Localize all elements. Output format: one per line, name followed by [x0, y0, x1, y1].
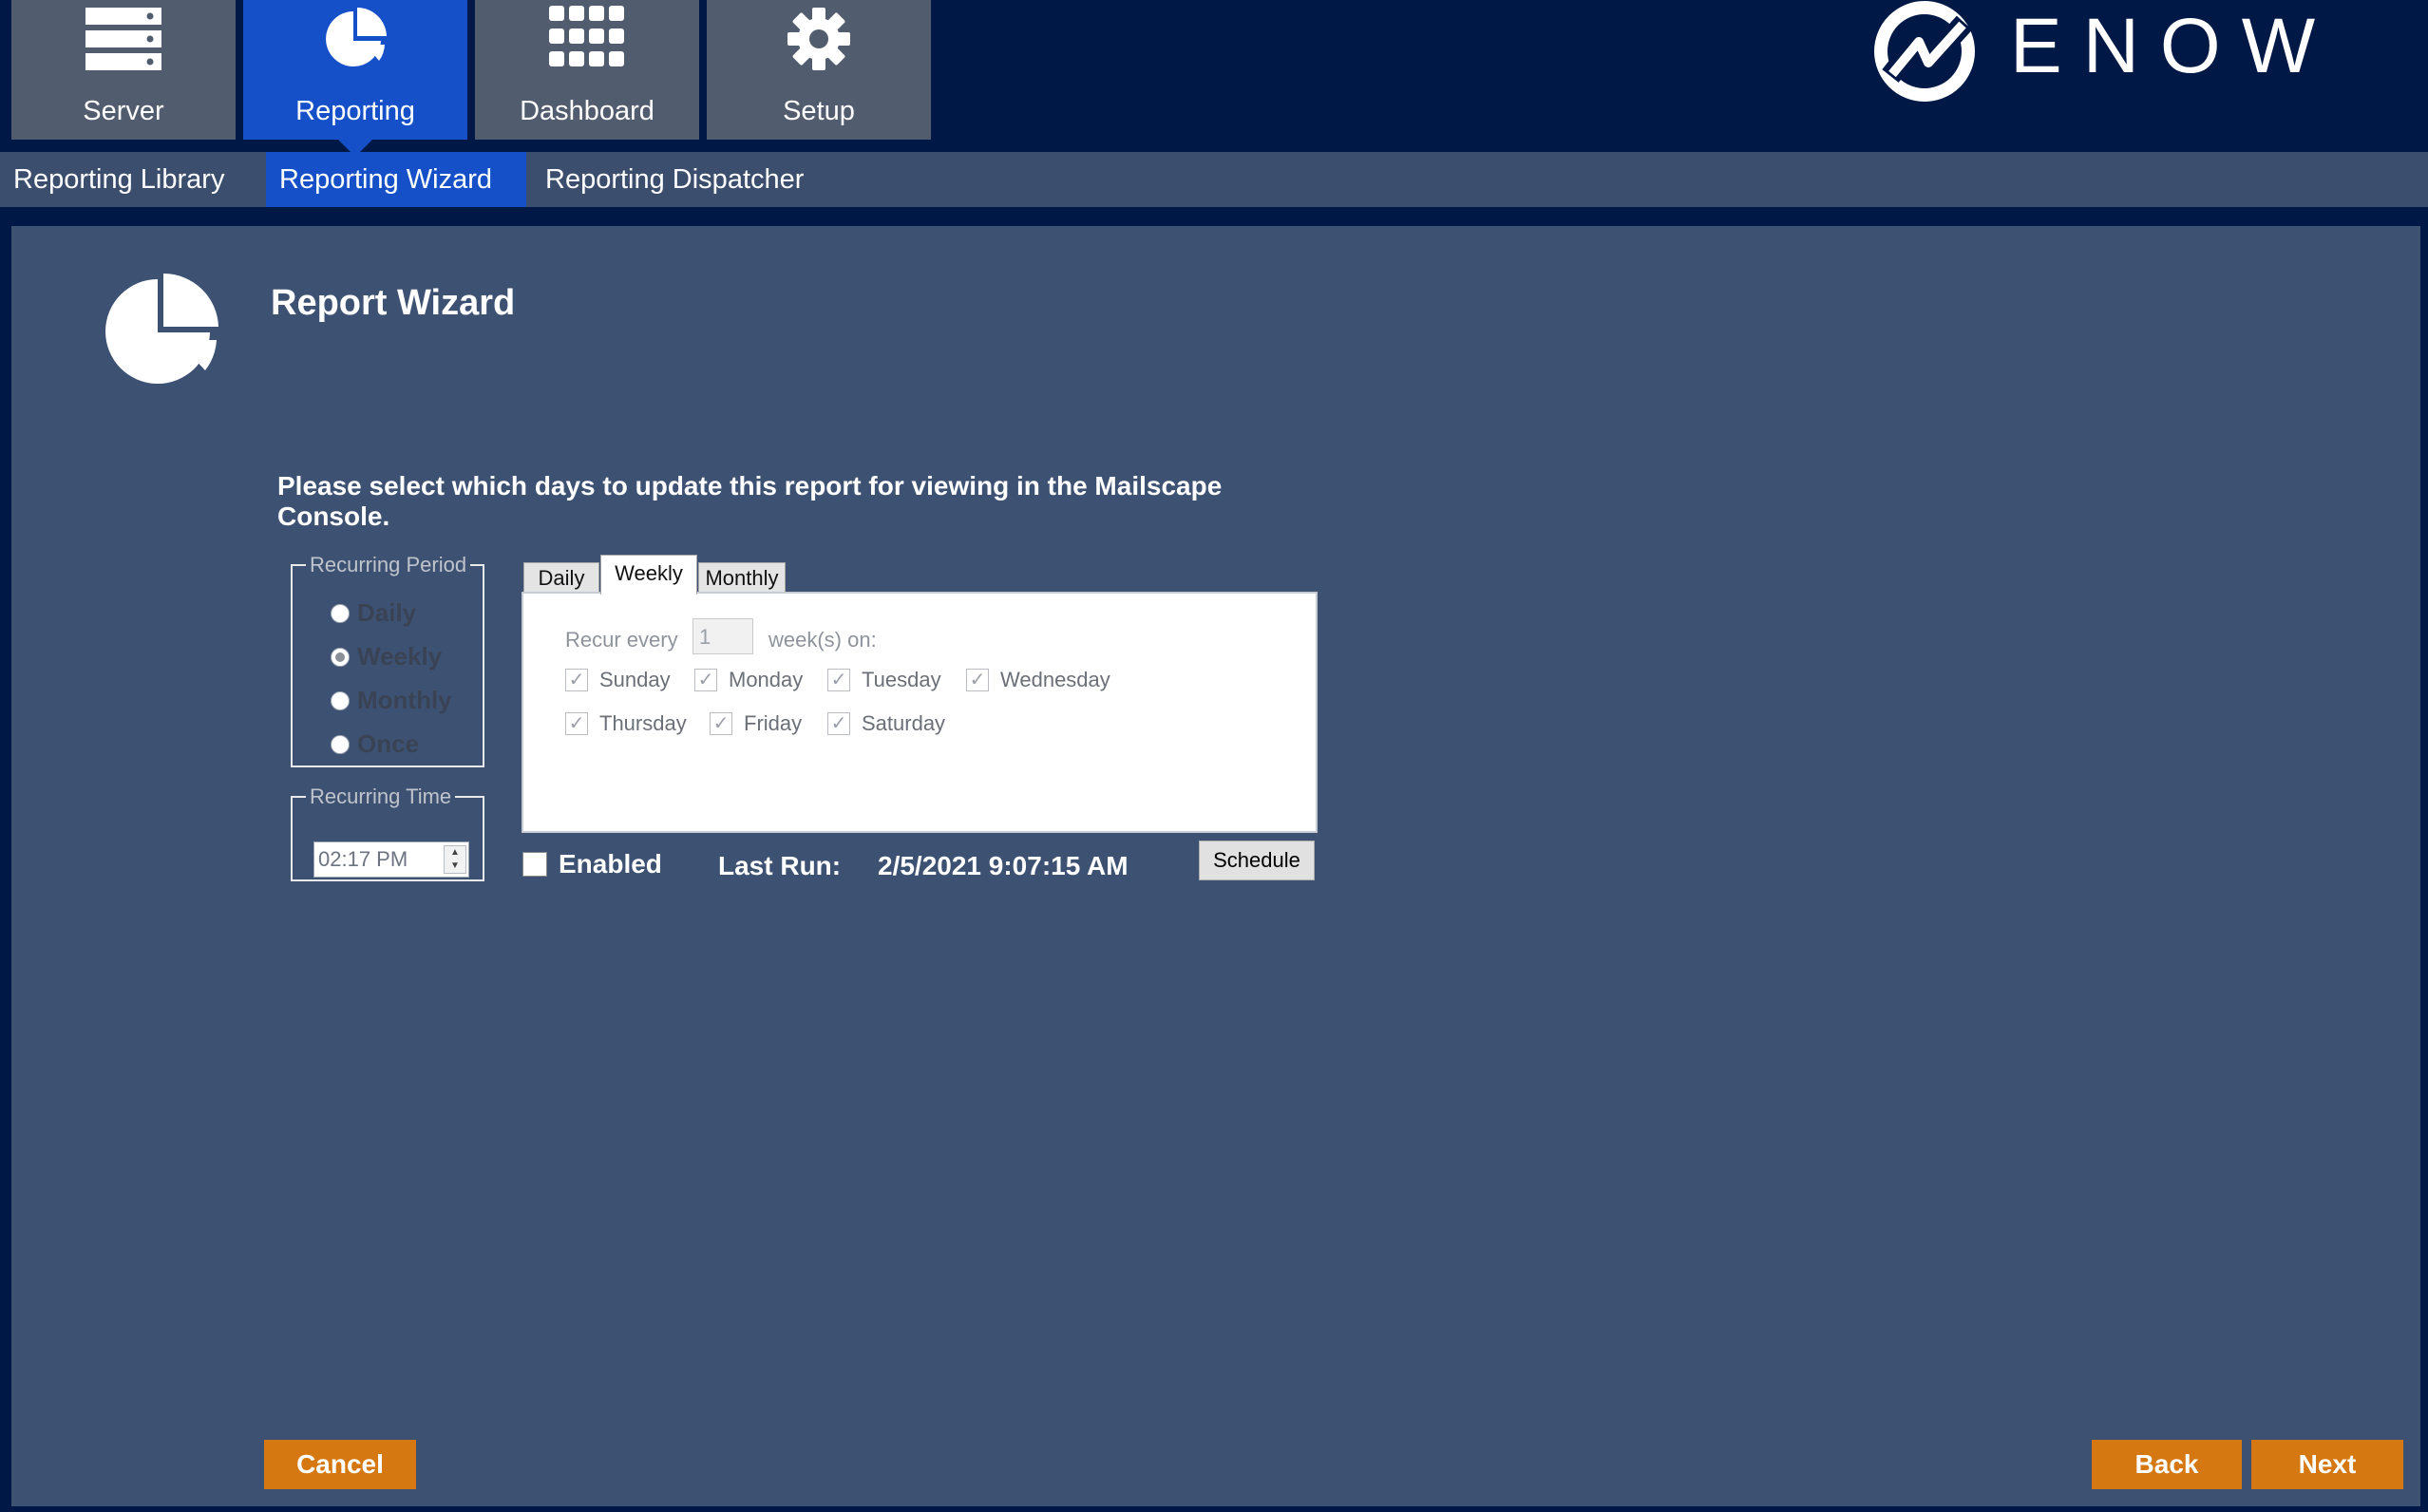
last-run-label: Last Run:: [718, 851, 842, 880]
schedule-tab-daily[interactable]: Daily: [523, 562, 599, 595]
day-checkbox-wednesday[interactable]: ✓ Wednesday: [966, 668, 1110, 692]
radio-button-selected[interactable]: [331, 647, 350, 667]
subtab-reporting-library[interactable]: Reporting Library: [0, 152, 256, 207]
recurring-time-group: Recurring Time 02:17 PM ▲ ▼: [291, 784, 484, 881]
radio-once[interactable]: Once: [331, 729, 419, 759]
next-button[interactable]: Next: [2251, 1440, 2403, 1489]
gear-icon: [707, 6, 931, 72]
day-checkbox-saturday[interactable]: ✓ Saturday: [827, 711, 945, 736]
schedule-tab-monthly[interactable]: Monthly: [698, 562, 786, 595]
cancel-button[interactable]: Cancel: [264, 1440, 416, 1489]
time-spinner[interactable]: ▲ ▼: [444, 845, 466, 874]
sub-navigation-bar: Reporting Library Reporting Wizard Repor…: [0, 152, 2428, 207]
nav-tab-label: Server: [83, 96, 164, 126]
radio-weekly[interactable]: Weekly: [331, 642, 442, 671]
page-title: Report Wizard: [271, 283, 516, 323]
enow-logo: ENOW: [1869, 0, 2354, 104]
day-checkbox-friday[interactable]: ✓ Friday: [710, 711, 802, 736]
instruction-text: Please select which days to update this …: [277, 471, 1223, 531]
day-label: Tuesday: [862, 668, 941, 691]
recur-every-input[interactable]: 1: [692, 618, 753, 654]
checkmark-icon[interactable]: ✓: [565, 669, 588, 691]
day-checkbox-sunday[interactable]: ✓ Sunday: [565, 668, 671, 692]
enow-mailscape-app: Server Reporting Dashboard Setup ENOW Re…: [0, 0, 2428, 1512]
radio-label: Weekly: [357, 642, 443, 671]
day-label: Sunday: [599, 668, 671, 691]
radio-label: Daily: [357, 598, 417, 627]
enabled-checkbox-box[interactable]: [522, 852, 547, 877]
radio-label: Once: [357, 729, 420, 758]
nav-tab-setup[interactable]: Setup: [707, 0, 931, 140]
schedule-tab-weekly[interactable]: Weekly: [600, 555, 697, 595]
enabled-checkbox[interactable]: Enabled: [522, 849, 662, 879]
checkmark-icon[interactable]: ✓: [565, 712, 588, 735]
server-icon: [11, 6, 236, 72]
day-label: Thursday: [599, 711, 687, 735]
day-label: Friday: [744, 711, 803, 735]
day-label: Wednesday: [1000, 668, 1110, 691]
nav-tab-label: Dashboard: [520, 96, 654, 126]
nav-tab-label: Reporting: [295, 96, 415, 126]
logo-wordmark: ENOW: [2010, 3, 2336, 89]
last-run-value: 2/5/2021 9:07:15 AM: [878, 851, 1129, 880]
grid-icon: [475, 6, 699, 72]
day-label: Monday: [729, 668, 804, 691]
radio-daily[interactable]: Daily: [331, 598, 416, 628]
top-navigation-bar: Server Reporting Dashboard Setup ENOW: [0, 0, 2428, 157]
checkmark-icon[interactable]: ✓: [966, 669, 989, 691]
subtab-reporting-dispatcher[interactable]: Reporting Dispatcher: [532, 152, 845, 207]
day-checkbox-monday[interactable]: ✓ Monday: [694, 668, 803, 692]
weeks-on-label: week(s) on:: [768, 628, 877, 652]
recurring-period-group: Recurring Period Daily Weekly Monthly On…: [291, 553, 484, 767]
checkmark-icon[interactable]: ✓: [827, 669, 850, 691]
day-checkbox-tuesday[interactable]: ✓ Tuesday: [827, 668, 941, 692]
recur-every-label: Recur every: [565, 628, 678, 652]
wizard-content-panel: Report Wizard Please select which days t…: [11, 226, 2420, 1506]
checkmark-icon[interactable]: ✓: [694, 669, 717, 691]
recurring-period-legend: Recurring Period: [310, 553, 467, 576]
weekly-schedule-panel: Recur every 1 week(s) on: ✓ Sunday ✓ Mon…: [522, 592, 1318, 833]
nav-tab-server[interactable]: Server: [11, 0, 236, 140]
radio-button[interactable]: [331, 734, 350, 754]
back-button[interactable]: Back: [2092, 1440, 2242, 1489]
nav-tab-reporting[interactable]: Reporting: [243, 0, 467, 157]
recurring-time-input[interactable]: 02:17 PM ▲ ▼: [313, 841, 469, 878]
radio-monthly[interactable]: Monthly: [331, 686, 452, 715]
radio-button[interactable]: [331, 690, 350, 710]
schedule-button[interactable]: Schedule: [1199, 841, 1315, 880]
report-pie-chart-icon: [101, 272, 220, 391]
nav-tab-dashboard[interactable]: Dashboard: [475, 0, 699, 140]
checkmark-icon[interactable]: ✓: [710, 712, 732, 735]
radio-label: Monthly: [357, 686, 452, 714]
recurring-time-legend: Recurring Time: [310, 784, 452, 808]
spin-up-icon[interactable]: ▲: [445, 846, 465, 860]
recurring-time-value: 02:17 PM: [318, 847, 408, 871]
day-label: Saturday: [862, 711, 946, 735]
day-checkbox-thursday[interactable]: ✓ Thursday: [565, 711, 687, 736]
radio-button[interactable]: [331, 603, 350, 623]
nav-tab-label: Setup: [783, 96, 855, 126]
subtab-reporting-wizard[interactable]: Reporting Wizard: [266, 152, 526, 207]
enabled-label: Enabled: [559, 849, 662, 879]
pie-chart-icon: [243, 6, 467, 72]
checkmark-icon[interactable]: ✓: [827, 712, 850, 735]
spin-down-icon[interactable]: ▼: [445, 860, 465, 873]
